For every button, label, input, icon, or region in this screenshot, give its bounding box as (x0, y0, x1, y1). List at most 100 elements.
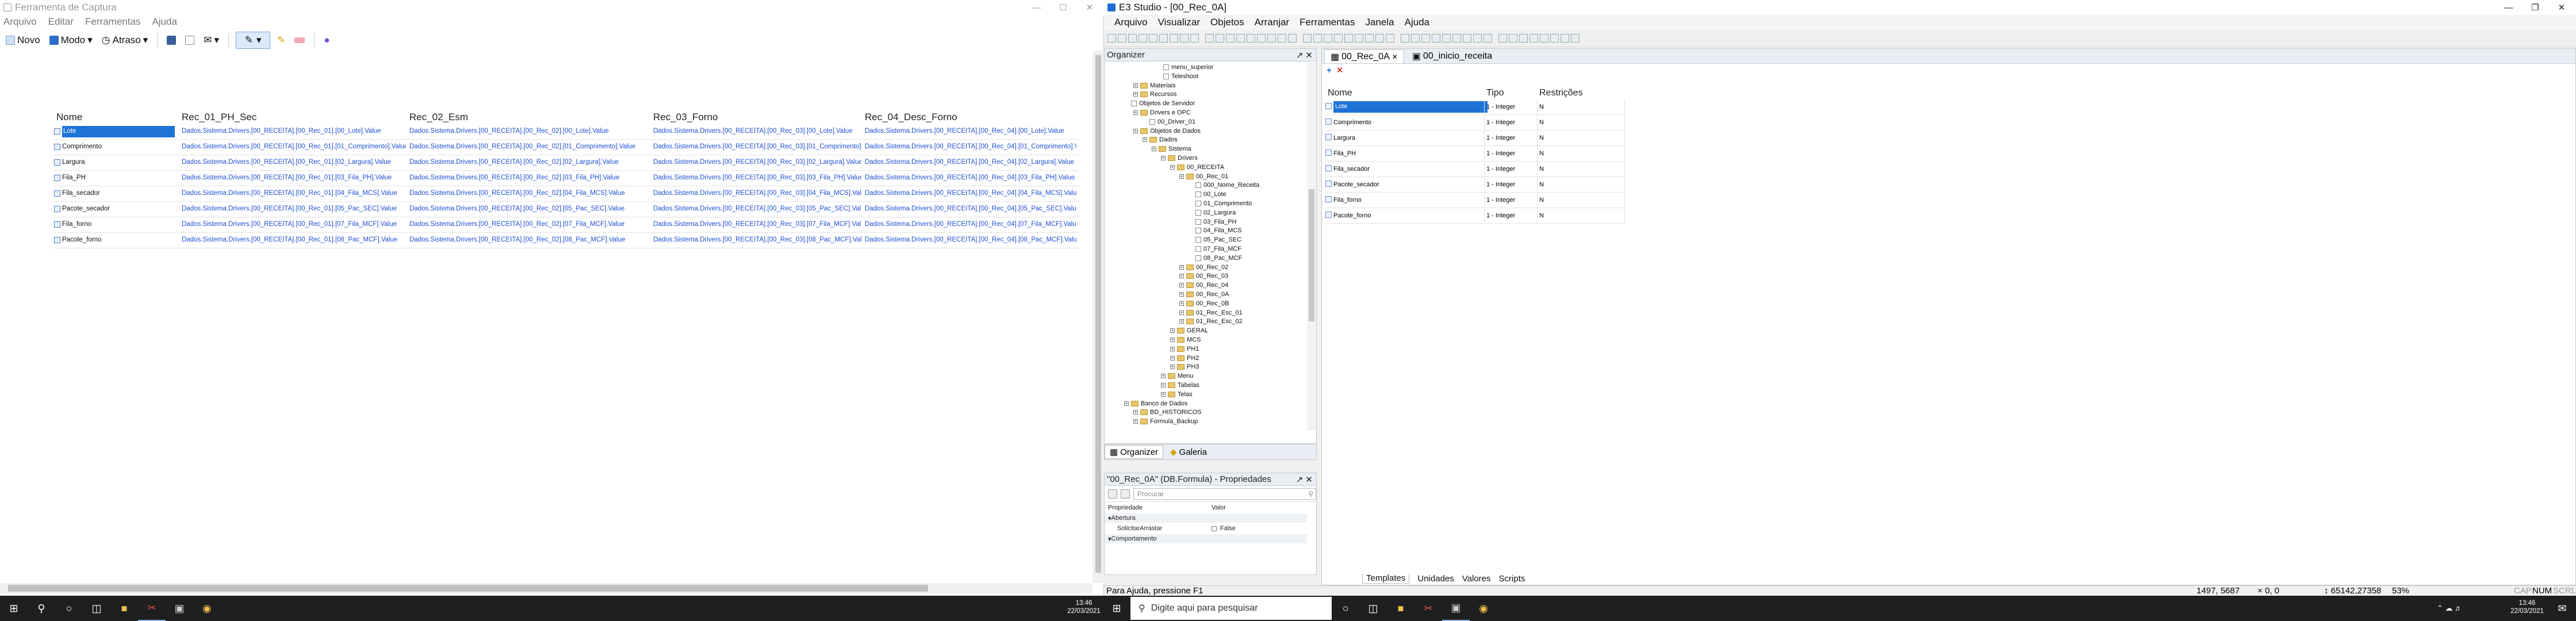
table-row[interactable]: Comprimento Dados.Sistema.Drivers.[00_REC… (54, 140, 1080, 155)
menu-editar[interactable]: Editar (48, 16, 74, 28)
cell-c3[interactable]: Dados.Sistema.Drivers.[00_RECEITA].[00_R… (653, 236, 861, 243)
toolbar-tool-icon[interactable] (1463, 34, 1471, 43)
snipping-tool-taskbar-icon[interactable]: ✂ (1414, 596, 1442, 621)
menu-ferramentas[interactable]: Ferramentas (1300, 17, 1355, 28)
toolbar-tool-icon[interactable] (1483, 34, 1492, 43)
expand-icon[interactable]: + (1179, 264, 1184, 270)
tab-00-inicio-receita[interactable]: ▣ 00_inicio_receita (1406, 49, 1498, 63)
tree-item[interactable]: 04_Fila_MCS (1189, 226, 1242, 235)
copy-button[interactable] (183, 32, 197, 48)
cell-name[interactable]: Pacote_forno (1333, 212, 1371, 219)
prop-group-abertura[interactable]: ▾ Abertura (1105, 513, 1307, 523)
toolbar-tool-icon[interactable] (1303, 34, 1312, 43)
cell-type[interactable]: 1 - Integer (1486, 135, 1515, 141)
toolbar-tool-icon[interactable] (1170, 34, 1178, 43)
start-button-2[interactable]: ⊞ (1103, 596, 1130, 621)
chrome-icon[interactable]: ◉ (193, 596, 221, 621)
expand-icon[interactable]: + (1124, 401, 1129, 406)
tree-item[interactable]: + Drivers e OPC (1133, 108, 1191, 117)
toolbar-tool-icon[interactable] (1334, 34, 1343, 43)
cell-c4[interactable]: Dados.Sistema.Drivers.[00_RECEITA].[00_R… (865, 143, 1076, 150)
cell-r[interactable]: N (1539, 212, 1544, 219)
organizer-scrollbar[interactable] (1307, 63, 1316, 431)
table-row[interactable]: Fila_secador 1 - Integer N (1325, 162, 1625, 177)
toolbar-tool-icon[interactable] (1411, 34, 1420, 43)
tray-icons[interactable]: ⌃ ☁ ♬ (2436, 596, 2463, 621)
cell-c2[interactable]: Dados.Sistema.Drivers.[00_RECEITA].[00_R… (409, 143, 650, 150)
tree-item[interactable]: + PH1 (1170, 344, 1199, 354)
cell-c3[interactable]: Dados.Sistema.Drivers.[00_RECEITA].[00_R… (653, 190, 861, 197)
task-view-icon[interactable]: ◫ (83, 596, 110, 621)
expand-icon[interactable]: + (1161, 374, 1166, 379)
tab-organizer[interactable]: ▦ Organizer (1105, 445, 1164, 459)
cell-r[interactable]: N (1539, 103, 1544, 110)
tree-item[interactable]: 00_Driver_01 (1143, 117, 1195, 126)
table-row[interactable]: Fila_PH Dados.Sistema.Drivers.[00_RECEITA… (54, 171, 1080, 186)
tree-item[interactable]: 05_Pac_SEC (1189, 235, 1241, 244)
tree-item[interactable]: +00_Rec_03 (1179, 271, 1228, 281)
cell-name[interactable]: Comprimento (62, 143, 177, 150)
toolbar-tool-icon[interactable] (1278, 34, 1286, 43)
cell-type[interactable]: 1 - Integer (1486, 197, 1515, 204)
menu-arquivo[interactable]: Arquivo (3, 16, 37, 28)
tree-item[interactable]: Teleshoot (1156, 72, 1198, 81)
expand-icon[interactable]: + (1170, 346, 1175, 351)
cell-name[interactable]: Largura (1333, 135, 1355, 141)
cell-c4[interactable]: Dados.Sistema.Drivers.[00_RECEITA].[00_R… (865, 190, 1076, 197)
e3-taskbar-icon[interactable]: ▣ (1442, 596, 1470, 621)
cell-name[interactable]: Fila_PH (1333, 150, 1356, 157)
cell-name[interactable]: Lote (1333, 101, 1488, 113)
expand-icon[interactable]: + (1143, 137, 1147, 143)
cell-c1[interactable]: Dados.Sistema.Drivers.[00_RECEITA].[00_R… (182, 190, 406, 197)
highlighter-button[interactable]: ✎ (275, 32, 288, 48)
expand-icon[interactable]: + (1133, 92, 1138, 97)
cell-name[interactable]: Fila_PH (62, 174, 177, 181)
toolbar-tool-icon[interactable] (1421, 34, 1430, 43)
toolbar-tool-icon[interactable] (1324, 34, 1332, 43)
tree-item[interactable]: + BD_HISTORICOS (1133, 408, 1202, 417)
toolbar-tool-icon[interactable] (1519, 34, 1528, 43)
cell-c3[interactable]: Dados.Sistema.Drivers.[00_RECEITA].[00_R… (653, 205, 861, 212)
expand-icon[interactable]: + (1161, 383, 1166, 388)
paint3d-button[interactable]: ● (321, 32, 332, 48)
toolbar-tool-icon[interactable] (1473, 34, 1482, 43)
chrome-icon[interactable]: ◉ (1470, 596, 1497, 621)
prop-group-comportamento[interactable]: ▾ Comportamento (1105, 534, 1307, 543)
tab-valores[interactable]: Valores (1462, 574, 1491, 584)
toolbar-tool-icon[interactable] (1190, 34, 1199, 43)
cell-c3[interactable]: Dados.Sistema.Drivers.[00_RECEITA].[00_R… (653, 174, 861, 181)
tree-item[interactable]: + MCS (1170, 335, 1201, 344)
tree-item[interactable]: 03_Fila_PH (1189, 217, 1236, 227)
expand-icon[interactable]: + (1179, 310, 1184, 315)
cell-c4[interactable]: Dados.Sistema.Drivers.[00_RECEITA].[00_R… (865, 221, 1076, 228)
file-explorer-icon[interactable]: ■ (110, 596, 138, 621)
cell-c1[interactable]: Dados.Sistema.Drivers.[00_RECEITA].[00_R… (182, 128, 406, 135)
tree-item[interactable]: 01_Comprimento (1189, 199, 1252, 208)
tree-item[interactable]: + Tabelas (1161, 381, 1199, 390)
table-row[interactable]: Comprimento 1 - Integer N (1325, 115, 1625, 131)
start-button[interactable]: ⊞ (0, 596, 28, 621)
expand-icon[interactable]: + (1179, 319, 1184, 324)
cell-name[interactable]: Fila_secador (1333, 166, 1370, 172)
table-row[interactable]: Fila_forno 1 - Integer N (1325, 193, 1625, 208)
tab-scripts[interactable]: Scripts (1499, 574, 1525, 584)
toolbar-tool-icon[interactable] (1267, 34, 1276, 43)
cell-c1[interactable]: Dados.Sistema.Drivers.[00_RECEITA].[00_R… (182, 143, 406, 150)
toolbar-tool-icon[interactable] (1355, 34, 1363, 43)
checkbox[interactable] (1212, 526, 1217, 531)
tree-item[interactable]: + Dados (1143, 135, 1178, 144)
cell-c1[interactable]: Dados.Sistema.Drivers.[00_RECEITA].[00_R… (182, 236, 406, 243)
toolbar-tool-icon[interactable] (1205, 34, 1214, 43)
toolbar-tool-icon[interactable] (1313, 34, 1322, 43)
cell-c4[interactable]: Dados.Sistema.Drivers.[00_RECEITA].[00_R… (865, 128, 1076, 135)
toolbar-tool-icon[interactable] (1432, 34, 1440, 43)
table-row[interactable]: Pacote_secador 1 - Integer N (1325, 177, 1625, 193)
toolbar-tool-icon[interactable] (1128, 34, 1137, 43)
cell-name[interactable]: Lote (62, 126, 175, 137)
cell-c3[interactable]: Dados.Sistema.Drivers.[00_RECEITA].[00_R… (653, 128, 861, 135)
toolbar-tool-icon[interactable] (1561, 34, 1569, 43)
cell-r[interactable]: N (1539, 181, 1544, 188)
toolbar-tool-icon[interactable] (1226, 34, 1235, 43)
toolbar-tool-icon[interactable] (1550, 34, 1559, 43)
expand-icon[interactable]: + (1179, 301, 1184, 306)
